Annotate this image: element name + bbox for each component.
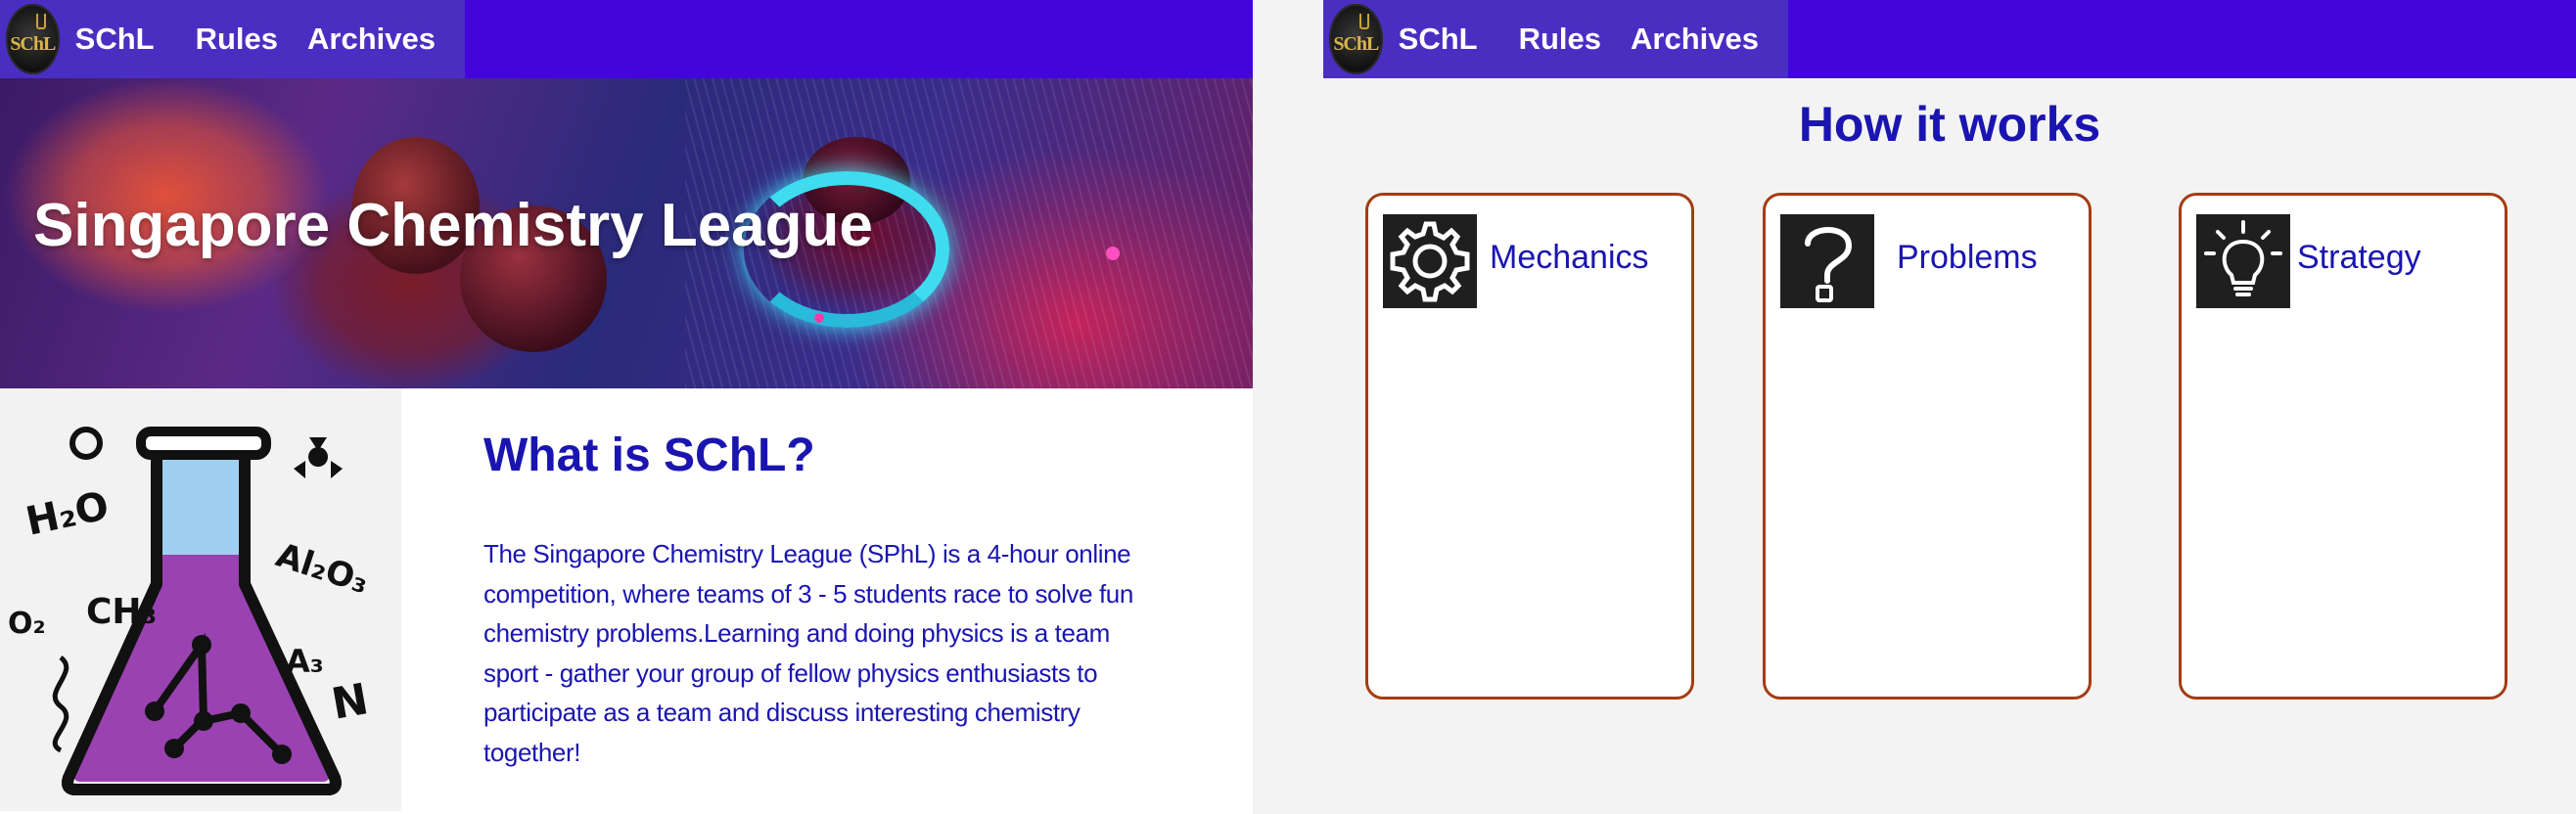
nav-rules-link[interactable]: Rules xyxy=(1519,22,1601,57)
about-heading: What is SChL? xyxy=(483,430,815,481)
flask-label: H₂O xyxy=(23,483,114,545)
hero-dot xyxy=(1106,247,1120,260)
mechanics-label: Mechanics xyxy=(1490,239,1649,276)
navbar: SChL SChL Rules Archives xyxy=(0,0,1253,78)
hero-dot xyxy=(814,313,824,323)
page-separator xyxy=(1253,0,1323,814)
gear-icon xyxy=(1383,214,1477,308)
chemistry-flask-illustration: H₂O CH₃ Al₂O₃ O₂ A₃ N xyxy=(0,388,401,811)
logo-text: SChL xyxy=(10,33,56,55)
lightbulb-icon xyxy=(2196,214,2290,308)
problems-card[interactable]: Problems xyxy=(1763,193,2092,700)
nav-menu: SChL SChL Rules Archives xyxy=(1323,0,1788,78)
mechanics-card[interactable]: Mechanics xyxy=(1365,193,1694,700)
flask-label: A₃ xyxy=(286,643,324,680)
problems-label: Problems xyxy=(1897,239,2038,276)
nav-home-link[interactable]: SChL xyxy=(1399,22,1478,57)
hero-title: Singapore Chemistry League xyxy=(33,192,873,259)
flask-label: Al₂O₃ xyxy=(271,536,373,603)
strategy-card[interactable]: Strategy xyxy=(2179,193,2507,700)
nav-menu: SChL SChL Rules Archives xyxy=(0,0,465,78)
home-page: SChL SChL Rules Archives Singapore Chemi… xyxy=(0,0,1253,814)
strategy-label: Strategy xyxy=(2297,239,2421,276)
nav-archives-link[interactable]: Archives xyxy=(307,22,436,57)
schl-logo[interactable]: SChL xyxy=(1329,4,1383,74)
schl-logo[interactable]: SChL xyxy=(6,4,60,74)
logo-flask-icon xyxy=(1359,14,1369,29)
how-it-works-page: SChL SChL Rules Archives How it works Me… xyxy=(1323,0,2576,814)
logo-text: SChL xyxy=(1333,33,1379,55)
question-mark-icon xyxy=(1780,214,1874,308)
flask-label: N xyxy=(328,674,372,730)
flask-icon: H₂O CH₃ Al₂O₃ O₂ A₃ N xyxy=(8,427,374,795)
about-body: The Singapore Chemistry League (SPhL) is… xyxy=(483,539,1133,767)
flask-label: O₂ xyxy=(8,607,46,641)
hero-banner: Singapore Chemistry League xyxy=(0,78,1253,388)
nav-archives-link[interactable]: Archives xyxy=(1631,22,1759,57)
navbar: SChL SChL Rules Archives xyxy=(1323,0,2576,78)
how-it-works-heading: How it works xyxy=(1798,97,2101,152)
flask-label: CH₃ xyxy=(86,592,157,632)
logo-flask-icon xyxy=(36,14,46,29)
nav-rules-link[interactable]: Rules xyxy=(196,22,278,57)
nav-home-link[interactable]: SChL xyxy=(75,22,155,57)
